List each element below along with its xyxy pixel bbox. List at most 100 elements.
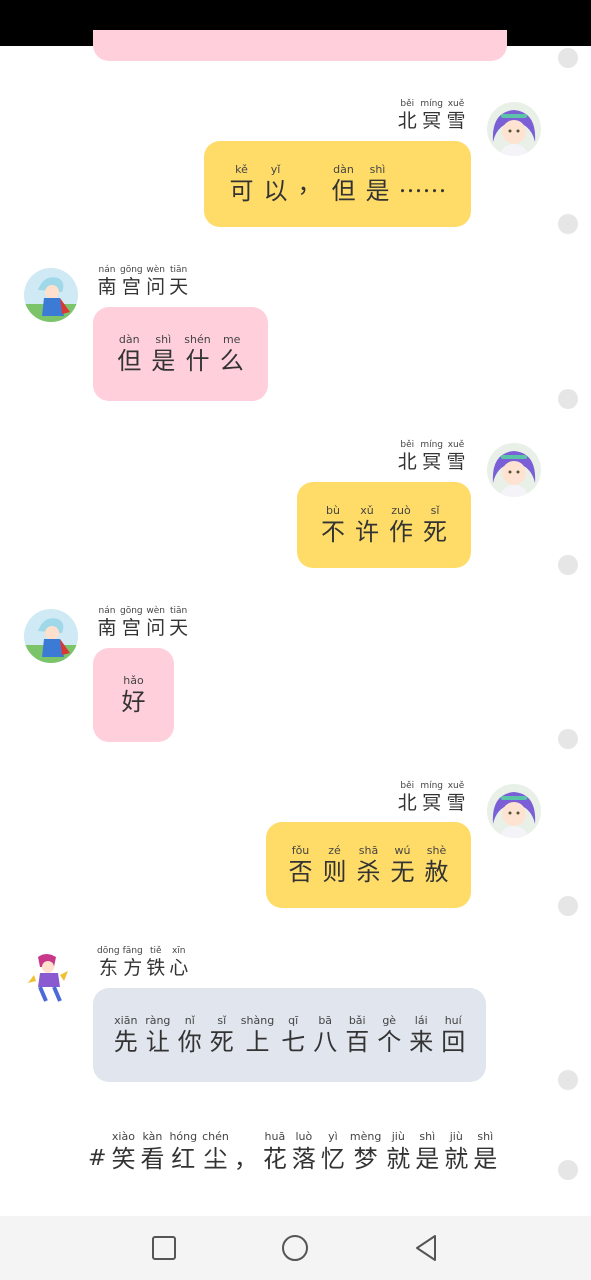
ruby-character: mèng 梦 xyxy=(350,1130,381,1174)
ruby-character: huí 回 xyxy=(440,1014,466,1056)
pinyin: lái xyxy=(414,1014,428,1027)
ruby-character: xiān 先 xyxy=(113,1014,139,1056)
ruby-character: míng 冥 xyxy=(420,99,443,132)
avatar-dongfang[interactable] xyxy=(24,949,78,1003)
pinyin: míng xyxy=(420,781,443,791)
hanzi: 死 xyxy=(423,518,447,546)
ruby-character: …… xyxy=(399,170,447,198)
ruby-character: xuě 雪 xyxy=(446,99,466,132)
pinyin: xīn xyxy=(171,946,186,956)
hanzi: 是 xyxy=(473,1145,498,1173)
hanzi: 让 xyxy=(145,1028,170,1056)
pinyin: bù xyxy=(326,504,340,517)
ruby-character: huā 花 xyxy=(263,1130,287,1174)
pinyin: mèng xyxy=(349,1130,382,1143)
message-dot xyxy=(558,48,578,68)
hanzi: 南 xyxy=(97,276,117,298)
ruby-character: běi 北 xyxy=(397,781,417,814)
pinyin: míng xyxy=(420,440,443,450)
message-bubble[interactable]: xiān 先 ràng 让 nǐ 你 sǐ 死 shàng 上 qī 七 bā 八 bǎi 百 … xyxy=(93,988,486,1082)
avatar-nangong[interactable] xyxy=(24,609,78,663)
ruby-character: míng 冥 xyxy=(420,440,443,473)
avatar-nangong[interactable] xyxy=(24,268,78,322)
hanzi: 东 xyxy=(98,957,118,979)
ruby-character: sǐ 死 xyxy=(422,504,448,546)
circle-icon[interactable] xyxy=(279,1232,311,1264)
pinyin: jiù xyxy=(449,1130,463,1143)
hanzi: 看 xyxy=(140,1145,165,1173)
square-icon[interactable] xyxy=(148,1232,180,1264)
hanzi: 上 xyxy=(245,1028,270,1056)
ruby-character: luò 落 xyxy=(292,1130,316,1174)
avatar-beiming[interactable] xyxy=(487,443,541,497)
hanzi: 雪 xyxy=(446,451,466,473)
pinyin: gōng xyxy=(120,606,143,616)
hanzi: 北 xyxy=(397,110,417,132)
message-bubble[interactable]: kě 可 yǐ 以 ， dàn 但 shì 是 …… xyxy=(204,141,471,227)
pinyin: xiào xyxy=(111,1130,135,1143)
message-bubble[interactable]: bù 不 xǔ 许 zuò 作 sǐ 死 xyxy=(297,482,471,568)
pinyin: jiù xyxy=(391,1130,405,1143)
hanzi: 雪 xyxy=(446,792,466,814)
ruby-character: shì 是 xyxy=(473,1130,497,1174)
message-bubble[interactable]: dàn 但 shì 是 shén 什 me 么 xyxy=(93,307,268,401)
hanzi: 宫 xyxy=(121,617,141,639)
ruby-character: jiù 就 xyxy=(386,1130,410,1174)
ruby-character: xuě 雪 xyxy=(446,440,466,473)
ruby-character: lái 来 xyxy=(408,1014,434,1056)
hanzi: 可 xyxy=(229,177,254,205)
hanzi: 以 xyxy=(263,177,288,205)
pinyin: hǎo xyxy=(123,674,144,687)
pinyin: luò xyxy=(295,1130,313,1143)
hanzi: 冥 xyxy=(422,451,442,473)
avatar-beiming[interactable] xyxy=(487,784,541,838)
pinyin: nǐ xyxy=(184,1014,195,1027)
pinyin: zé xyxy=(328,844,341,857)
pinyin: bā xyxy=(318,1014,333,1027)
hanzi: 好 xyxy=(121,688,146,716)
pinyin: míng xyxy=(420,99,443,109)
pinyin: shè xyxy=(426,844,447,857)
ruby-character: xīn 心 xyxy=(169,946,189,979)
pinyin: nán xyxy=(98,606,116,616)
ruby-character: běi 北 xyxy=(397,440,417,473)
hanzi: 死 xyxy=(209,1028,234,1056)
hanzi: 先 xyxy=(113,1028,138,1056)
sender-name: běi 北 míng 冥 xuě 雪 xyxy=(397,781,466,814)
ruby-character: chén 尘 xyxy=(202,1130,229,1174)
ruby-character: shè 赦 xyxy=(424,844,450,886)
hanzi: 花 xyxy=(262,1145,287,1173)
hanzi: 是 xyxy=(415,1145,440,1173)
hanzi: 天 xyxy=(169,276,189,298)
pinyin: xuě xyxy=(447,440,465,450)
sender-name: běi 北 míng 冥 xuě 雪 xyxy=(397,99,466,132)
hanzi: 心 xyxy=(169,957,189,979)
avatar-beiming[interactable] xyxy=(487,102,541,156)
hanzi: 红 xyxy=(171,1145,196,1173)
hanzi: 但 xyxy=(331,177,356,205)
hanzi: 南 xyxy=(97,617,117,639)
ruby-character: dàn 但 xyxy=(116,333,142,375)
message-bubble[interactable]: fǒu 否 zé 则 shā 杀 wú 无 shè 赦 xyxy=(266,822,471,908)
message-dot xyxy=(558,729,578,749)
pinyin: běi xyxy=(400,781,415,791)
ruby-character: běi 北 xyxy=(397,99,417,132)
ruby-character: dōng 东 xyxy=(97,946,120,979)
ruby-character: yǐ 以 xyxy=(263,163,289,205)
triangle-back-icon[interactable] xyxy=(410,1232,442,1264)
pinyin: fāng xyxy=(122,946,143,956)
hanzi: 个 xyxy=(377,1028,402,1056)
pinyin: tiān xyxy=(170,606,188,616)
hanzi: 七 xyxy=(281,1028,306,1056)
message-dot xyxy=(558,1160,578,1180)
sender-name: nán 南 gōng 宫 wèn 问 tiān 天 xyxy=(97,606,189,639)
message-bubble[interactable]: hǎo 好 xyxy=(93,648,174,742)
ruby-character: zé 则 xyxy=(322,844,348,886)
pinyin: yǐ xyxy=(270,163,281,176)
hanzi: 宫 xyxy=(121,276,141,298)
ruby-character: wú 无 xyxy=(390,844,416,886)
ruby-character: gè 个 xyxy=(376,1014,402,1056)
pinyin: kàn xyxy=(142,1130,163,1143)
hanzi: 什 xyxy=(185,347,210,375)
pinyin: dàn xyxy=(118,333,140,346)
